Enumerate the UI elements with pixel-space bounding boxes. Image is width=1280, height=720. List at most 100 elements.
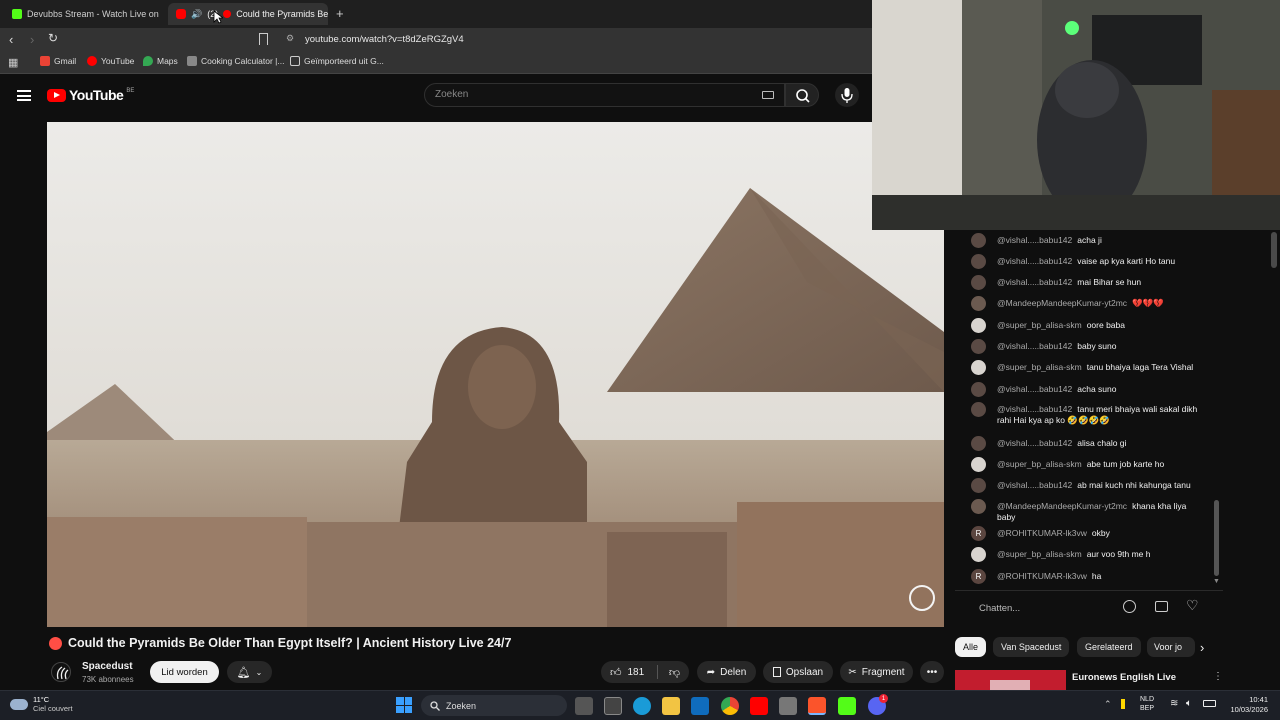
youtube-app-icon[interactable] xyxy=(750,697,768,715)
like-button[interactable]: 👍︎ 181 xyxy=(610,666,644,679)
language-indicator[interactable]: NLD BEP xyxy=(1140,695,1154,713)
scroll-down-icon[interactable]: ▼ xyxy=(1213,578,1220,585)
bookmark-folder-imported[interactable]: Geïmporteerd uit G... xyxy=(290,56,384,66)
chat-avatar[interactable] xyxy=(971,402,986,417)
chevron-right-icon[interactable]: › xyxy=(1200,640,1204,655)
chat-author[interactable]: @super_bp_alisa-skm xyxy=(997,362,1082,372)
channel-avatar[interactable] xyxy=(51,662,71,682)
chat-avatar[interactable]: R xyxy=(971,526,986,541)
tray-app-icon[interactable] xyxy=(1121,699,1125,709)
chat-message[interactable]: @super_bp_alisa-skm aur voo 9th me h xyxy=(971,547,1201,562)
chat-avatar[interactable] xyxy=(971,275,986,290)
chat-author[interactable]: @vishal.....babu142 xyxy=(997,438,1072,448)
tab-devubbs[interactable]: Devubbs Stream - Watch Live on xyxy=(4,3,164,25)
chat-scrollbar[interactable] xyxy=(1214,500,1219,576)
channel-name[interactable]: Spacedust xyxy=(82,661,133,672)
volume-icon[interactable]: 🔈︎ xyxy=(1186,698,1192,709)
chat-author[interactable]: @super_bp_alisa-skm xyxy=(997,549,1082,559)
chat-message[interactable]: @vishal.....babu142 baby suno xyxy=(971,339,1201,354)
dislike-button[interactable]: 👎︎ xyxy=(669,666,680,679)
chat-author[interactable]: @ROHITKUMAR-lk3vw xyxy=(997,528,1087,538)
task-view-icon[interactable] xyxy=(575,697,593,715)
keyboard-icon[interactable] xyxy=(762,91,774,99)
more-vertical-icon[interactable]: ⋮ xyxy=(1213,671,1223,682)
chat-message[interactable]: @MandeepMandeepKumar-yt2mc khana kha liya… xyxy=(971,499,1201,523)
chat-avatar[interactable] xyxy=(971,233,986,248)
store-icon[interactable] xyxy=(604,697,622,715)
chat-avatar[interactable] xyxy=(971,436,986,451)
taskbar-search[interactable]: Zoeken xyxy=(421,695,567,716)
windows-start-icon[interactable] xyxy=(396,697,412,713)
chat-author[interactable]: @ROHITKUMAR-lk3vw xyxy=(997,571,1087,581)
chat-author[interactable]: @super_bp_alisa-skm xyxy=(997,459,1082,469)
chat-message[interactable]: @vishal.....babu142 acha suno xyxy=(971,382,1201,397)
chat-message[interactable]: @super_bp_alisa-skm oore baba xyxy=(971,318,1201,333)
tab-youtube-video[interactable]: 🔊 (2) Could the Pyramids Be × xyxy=(168,3,328,25)
chat-message[interactable]: @super_bp_alisa-skm abe tum job karte ho xyxy=(971,457,1201,472)
clip-button[interactable]: ✂ Fragment xyxy=(840,661,913,683)
chat-avatar[interactable] xyxy=(971,254,986,269)
youtube-logo[interactable]: YouTube BE xyxy=(47,87,134,103)
chrome-icon[interactable] xyxy=(721,697,739,715)
site-info-icon[interactable]: ⚙ xyxy=(286,33,294,44)
chat-avatar[interactable] xyxy=(971,478,986,493)
bookmark-icon[interactable] xyxy=(259,33,268,45)
chip-for-you[interactable]: Voor jo xyxy=(1147,637,1195,657)
forward-icon[interactable]: › xyxy=(30,32,34,47)
chat-avatar[interactable] xyxy=(971,296,986,311)
chip-all[interactable]: Alle xyxy=(955,637,987,657)
chat-avatar[interactable] xyxy=(971,318,986,333)
chat-message[interactable]: @vishal.....babu142 mai Bihar se hun xyxy=(971,275,1201,290)
chat-author[interactable]: @vishal.....babu142 xyxy=(997,235,1072,245)
super-chat-icon[interactable] xyxy=(1155,601,1168,612)
video-player[interactable] xyxy=(47,122,944,627)
chip-related[interactable]: Gerelateerd xyxy=(1077,637,1141,657)
chat-avatar[interactable] xyxy=(971,339,986,354)
chat-avatar[interactable] xyxy=(971,382,986,397)
chat-message[interactable]: @vishal.....babu142 acha ji xyxy=(971,233,1201,248)
search-input[interactable]: Zoeken xyxy=(424,83,785,107)
new-tab-button[interactable]: + xyxy=(336,6,344,21)
chat-author[interactable]: @vishal.....babu142 xyxy=(997,341,1072,351)
notification-bell-button[interactable]: 🔔︎ ⌄ xyxy=(227,661,272,683)
join-button[interactable]: Lid worden xyxy=(150,661,219,683)
back-icon[interactable]: ‹ xyxy=(9,32,13,47)
search-button[interactable] xyxy=(785,83,819,107)
more-actions-button[interactable]: ••• xyxy=(920,661,944,683)
next-video-thumbnail[interactable] xyxy=(955,670,1066,690)
url-field[interactable]: youtube.com/watch?v=t8dZeRGZgV4 xyxy=(305,34,464,45)
wifi-icon[interactable]: ≋ xyxy=(1170,698,1178,709)
bookmark-youtube[interactable]: YouTube xyxy=(87,56,134,66)
heart-icon[interactable]: ♡ xyxy=(1186,597,1199,614)
chat-message[interactable]: @vishal.....babu142 tanu meri bhaiya wali… xyxy=(971,402,1201,426)
chat-message[interactable]: @vishal.....babu142 alisa chalo gi xyxy=(971,436,1201,451)
chat-author[interactable]: @vishal.....babu142 xyxy=(997,404,1072,414)
chip-from-channel[interactable]: Van Spacedust xyxy=(993,637,1070,657)
voice-search-button[interactable] xyxy=(835,83,859,107)
clock[interactable]: 10:41 10/03/2026 xyxy=(1222,695,1268,715)
weather-widget[interactable]: 11°C Ciel couvert xyxy=(10,695,73,713)
chat-message[interactable]: @super_bp_alisa-skm tanu bhaiya laga Tera… xyxy=(971,360,1201,375)
edge-icon[interactable] xyxy=(633,697,651,715)
chat-message[interactable]: R @ROHITKUMAR-lk3vw okby xyxy=(971,526,1201,541)
chat-input[interactable]: Chatten... xyxy=(969,597,1117,619)
page-scrollbar[interactable] xyxy=(1271,232,1277,268)
emoji-icon[interactable] xyxy=(1123,600,1136,613)
chat-avatar[interactable] xyxy=(971,499,986,514)
file-explorer-icon[interactable] xyxy=(662,697,680,715)
share-button[interactable]: ➦ Delen xyxy=(697,661,756,683)
chat-message[interactable]: @vishal.....babu142 vaise ap kya karti Ho… xyxy=(971,254,1201,269)
chat-author[interactable]: @vishal.....babu142 xyxy=(997,384,1072,394)
battery-icon[interactable] xyxy=(1203,700,1216,707)
outlook-icon[interactable] xyxy=(691,697,709,715)
calculator-app-icon[interactable] xyxy=(779,697,797,715)
kick-app-icon[interactable] xyxy=(838,697,856,715)
chat-author[interactable]: @vishal.....babu142 xyxy=(997,256,1072,266)
bookmark-cooking-calculator[interactable]: Cooking Calculator |... xyxy=(187,56,284,66)
bookmark-maps[interactable]: Maps xyxy=(143,56,178,66)
chat-author[interactable]: @MandeepMandeepKumar-yt2mc xyxy=(997,501,1127,511)
apps-grid-icon[interactable]: ▦ xyxy=(8,56,18,69)
chat-avatar[interactable] xyxy=(971,457,986,472)
chat-message[interactable]: @MandeepMandeepKumar-yt2mc 💔💔💔 xyxy=(971,296,1201,311)
hamburger-menu-icon[interactable] xyxy=(17,90,31,101)
